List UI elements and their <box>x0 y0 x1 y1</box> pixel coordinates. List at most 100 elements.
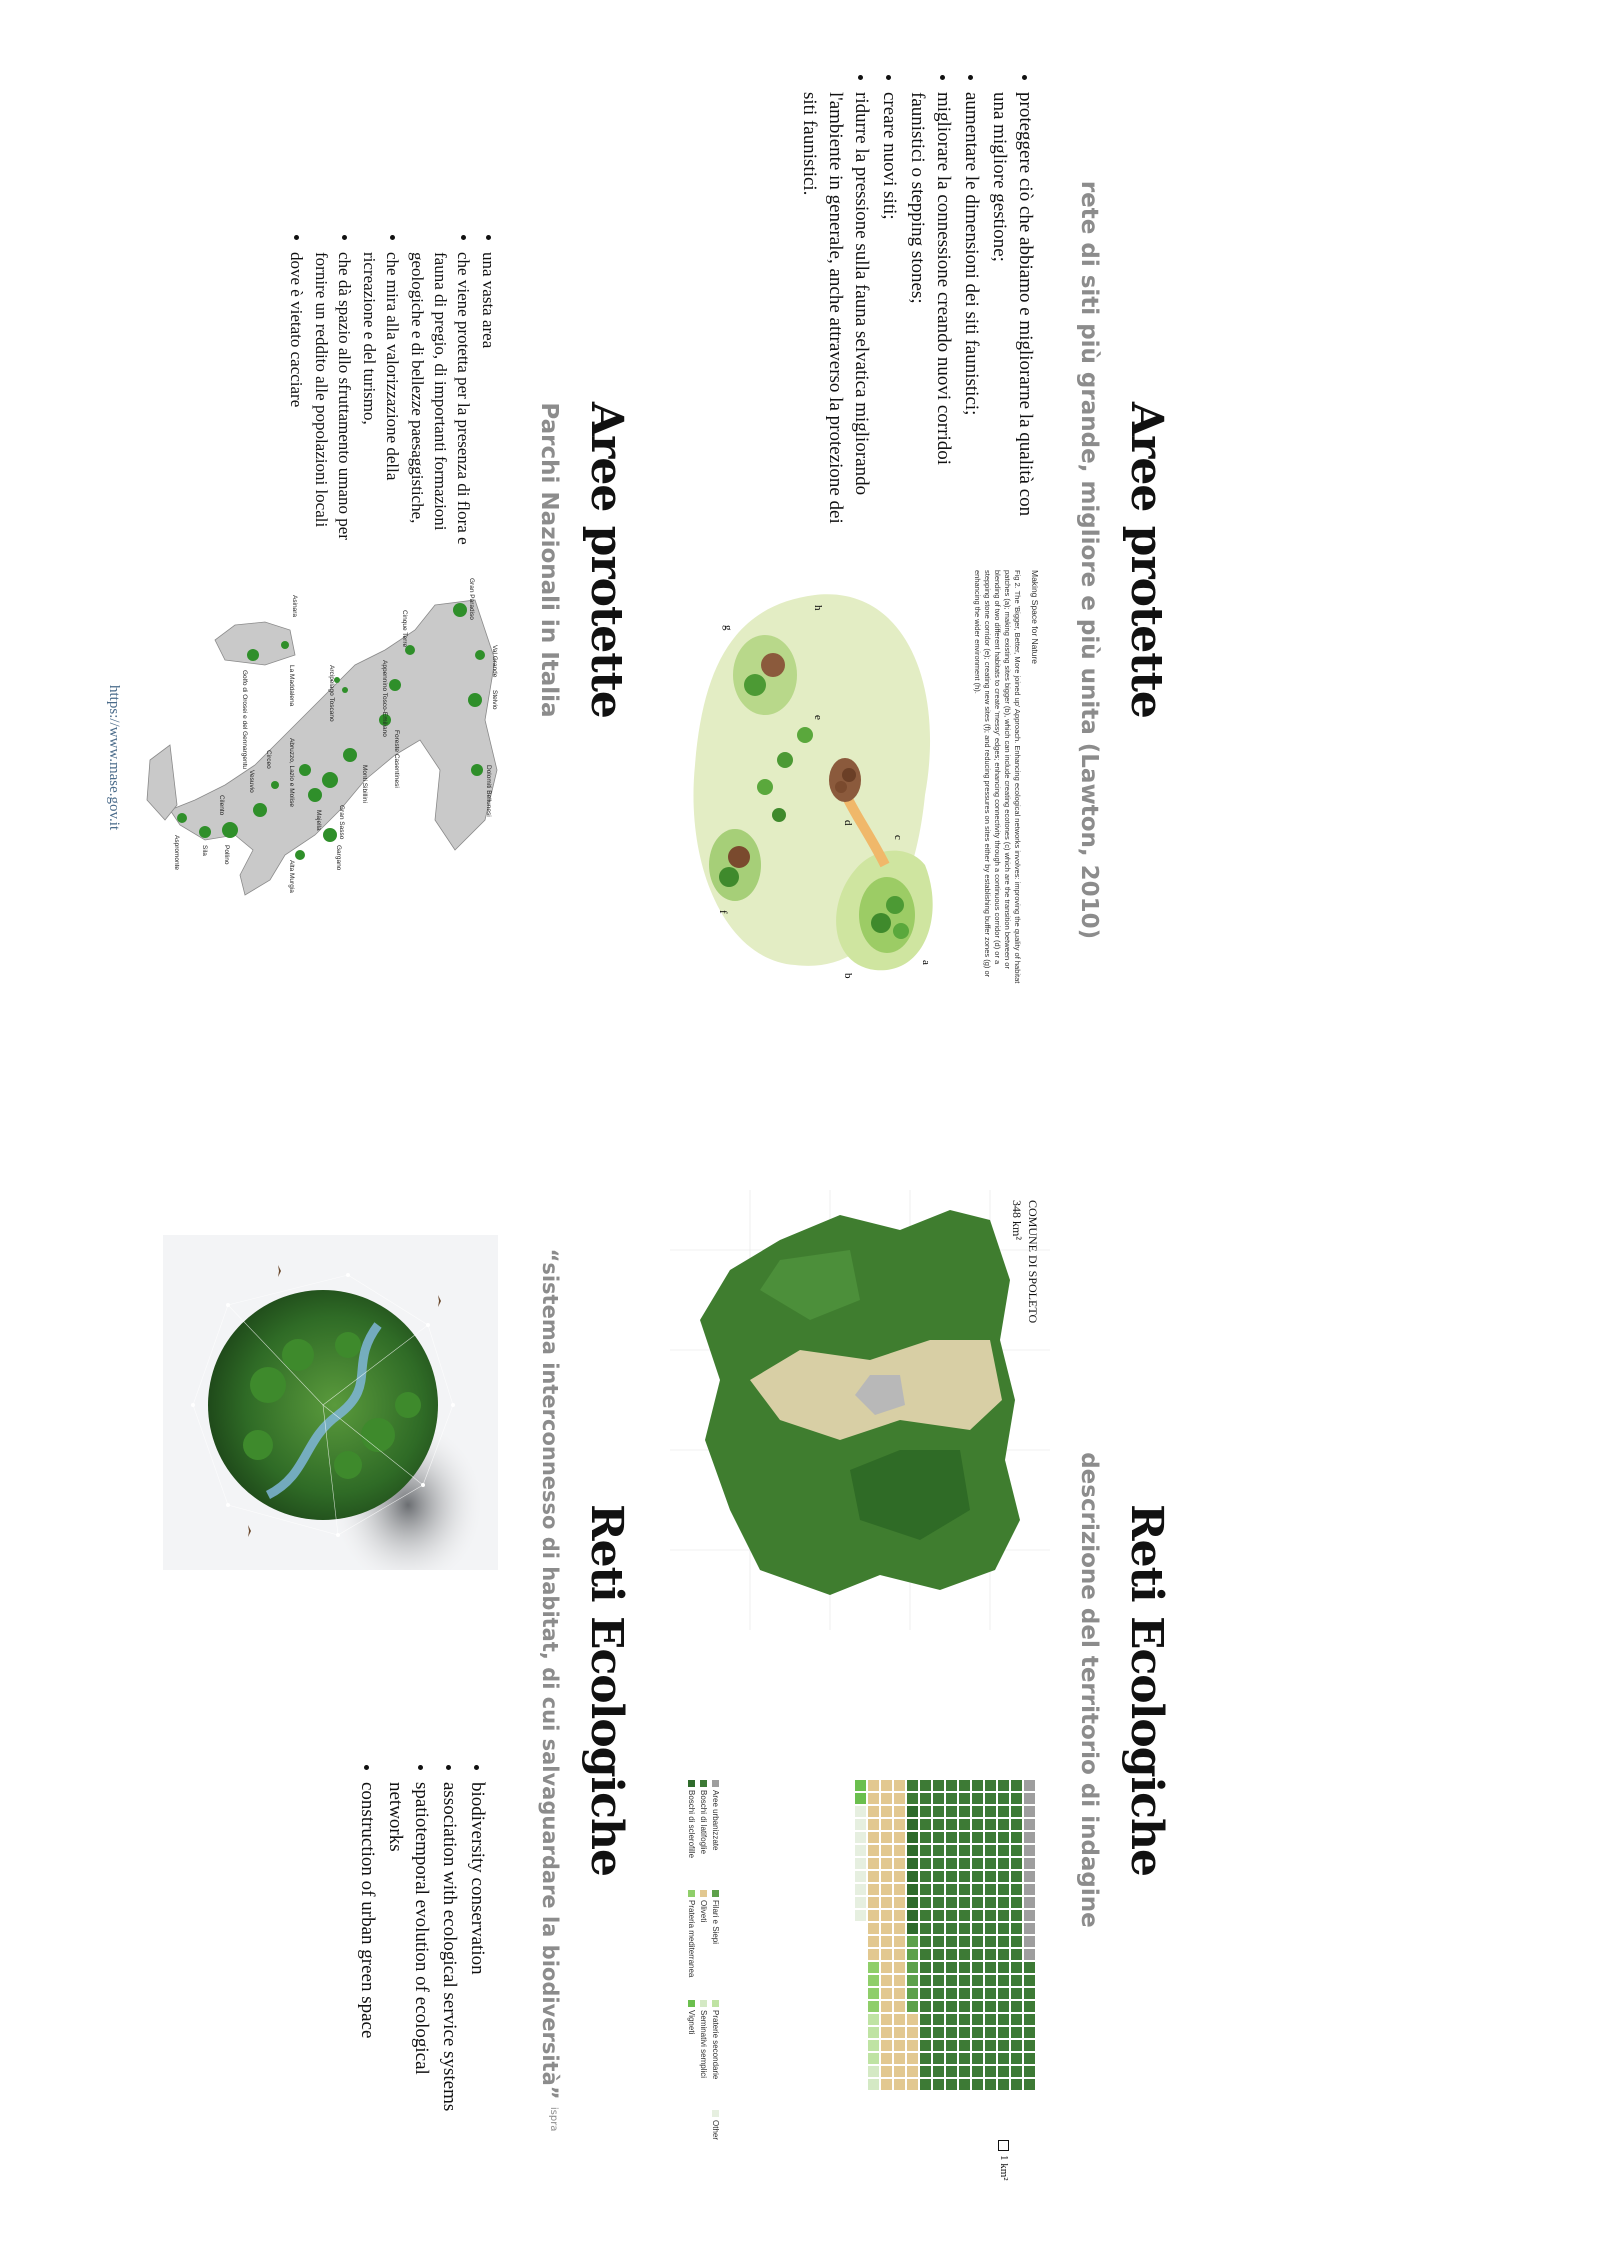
waffle-cell <box>946 1897 957 1908</box>
slide-title: Aree protette <box>1121 402 1172 718</box>
waffle-cell <box>933 1832 944 1843</box>
waffle-cell <box>933 2027 944 2038</box>
waffle-cell <box>959 1988 970 1999</box>
waffle-cell <box>972 1819 983 1830</box>
source-link[interactable]: https://www.mase.gov.it <box>105 685 122 830</box>
waffle-cell <box>959 2066 970 2077</box>
waffle-cell <box>881 1819 892 1830</box>
waffle-cell <box>868 1897 879 1908</box>
waffle-cell <box>946 1923 957 1934</box>
waffle-cell <box>881 2001 892 2012</box>
waffle-cell <box>959 2079 970 2090</box>
waffle-cell <box>1011 1897 1022 1908</box>
legend-item: Prateria mediterranea <box>687 1890 696 1977</box>
waffle-cell <box>881 1871 892 1882</box>
waffle-cell <box>920 1871 931 1882</box>
waffle-cell <box>1011 1871 1022 1882</box>
waffle-cell <box>998 1793 1009 1804</box>
stepping-stone <box>757 779 773 795</box>
waffle-cell <box>920 1793 931 1804</box>
habitat-patch <box>733 635 797 715</box>
waffle-cell <box>881 1793 892 1804</box>
waffle-cell <box>946 2079 957 2090</box>
bullet-item: construction of urban green space <box>354 1782 380 2112</box>
waffle-cell <box>868 1910 879 1921</box>
waffle-cell <box>959 2014 970 2025</box>
waffle-cell <box>985 1793 996 1804</box>
waffle-cell <box>1011 1832 1022 1843</box>
waffle-cell <box>855 1819 866 1830</box>
bullet-item: association with ecological service syst… <box>436 1782 462 2112</box>
waffle-cell <box>998 1910 1009 1921</box>
waffle-cell <box>933 1936 944 1947</box>
waffle-cell <box>907 1897 918 1908</box>
waffle-cell <box>881 1923 892 1934</box>
waffle-cell <box>881 2053 892 2064</box>
park-area <box>177 813 187 823</box>
tree-clump <box>842 768 856 782</box>
slide-subtitle: descrizione del territorio di indagine <box>1076 1452 1102 1928</box>
waffle-cell <box>1011 1936 1022 1947</box>
slide-parchi: Aree protette Parchi Nazionali in Italia… <box>0 10 650 1110</box>
park-label: Cilento <box>218 795 225 816</box>
waffle-cell <box>920 1975 931 1986</box>
waffle-cell <box>907 1975 918 1986</box>
italy-national-parks-map: Gran Paradiso Val Grande Stelvio Dolomit… <box>146 578 498 896</box>
tree-canopy <box>250 1367 286 1403</box>
waffle-cell <box>972 1910 983 1921</box>
stepping-stone <box>772 808 786 822</box>
waffle-cell <box>1024 1923 1035 1934</box>
waffle-cell <box>907 1793 918 1804</box>
waffle-cell <box>1024 1949 1035 1960</box>
waffle-cell <box>868 1923 879 1934</box>
park-area <box>323 828 337 842</box>
waffle-cell <box>1011 2014 1022 2025</box>
waffle-cell <box>959 1806 970 1817</box>
figure-letter: a <box>920 960 932 965</box>
legend-item: Boschi di latifoglie <box>699 1780 708 1854</box>
figure-letter: c <box>892 835 904 840</box>
waffle-cell <box>920 1845 931 1856</box>
land-cover-waffle-chart <box>855 1780 1035 2090</box>
network-node <box>226 1303 230 1307</box>
spoleto-land-cover-map <box>670 1190 1050 1630</box>
waffle-cell <box>998 1988 1009 1999</box>
waffle-cell <box>946 1988 957 1999</box>
waffle-cell <box>907 1819 918 1830</box>
waffle-cell <box>946 1910 957 1921</box>
waffle-cell <box>894 2027 905 2038</box>
waffle-cell <box>972 1858 983 1869</box>
waffle-cell <box>998 2066 1009 2077</box>
waffle-cell <box>907 1988 918 1999</box>
waffle-cell <box>920 1897 931 1908</box>
waffle-cell <box>868 1975 879 1986</box>
waffle-cell <box>920 2001 931 2012</box>
waffle-cell <box>894 1962 905 1973</box>
park-area <box>471 764 483 776</box>
waffle-cell <box>946 1845 957 1856</box>
waffle-cell <box>985 1949 996 1960</box>
waffle-cell <box>907 1806 918 1817</box>
bullet-item: spatiotemporal evolution of ecological n… <box>382 1782 434 2112</box>
park-area <box>453 603 467 617</box>
waffle-cell <box>894 1858 905 1869</box>
waffle-cell <box>998 1832 1009 1843</box>
waffle-cell <box>998 1806 1009 1817</box>
waffle-cell <box>959 1923 970 1934</box>
bullet-item: aumentare le dimensioni dei siti faunist… <box>958 92 984 537</box>
waffle-cell <box>933 2001 944 2012</box>
waffle-cell <box>1024 1910 1035 1921</box>
waffle-cell <box>1024 1871 1035 1882</box>
waffle-cell <box>868 2014 879 2025</box>
waffle-cell <box>933 1884 944 1895</box>
figure-letter: e <box>812 715 824 720</box>
figure-title: Making Space for Nature <box>1030 570 1040 665</box>
bullet-item: biodiversity conservation <box>464 1782 490 2112</box>
waffle-cell <box>959 1884 970 1895</box>
waffle-cell <box>894 1819 905 1830</box>
sicily <box>146 744 178 821</box>
waffle-cell <box>972 1897 983 1908</box>
waffle-cell <box>1011 2040 1022 2051</box>
waffle-cell <box>868 2079 879 2090</box>
waffle-cell <box>933 1780 944 1791</box>
